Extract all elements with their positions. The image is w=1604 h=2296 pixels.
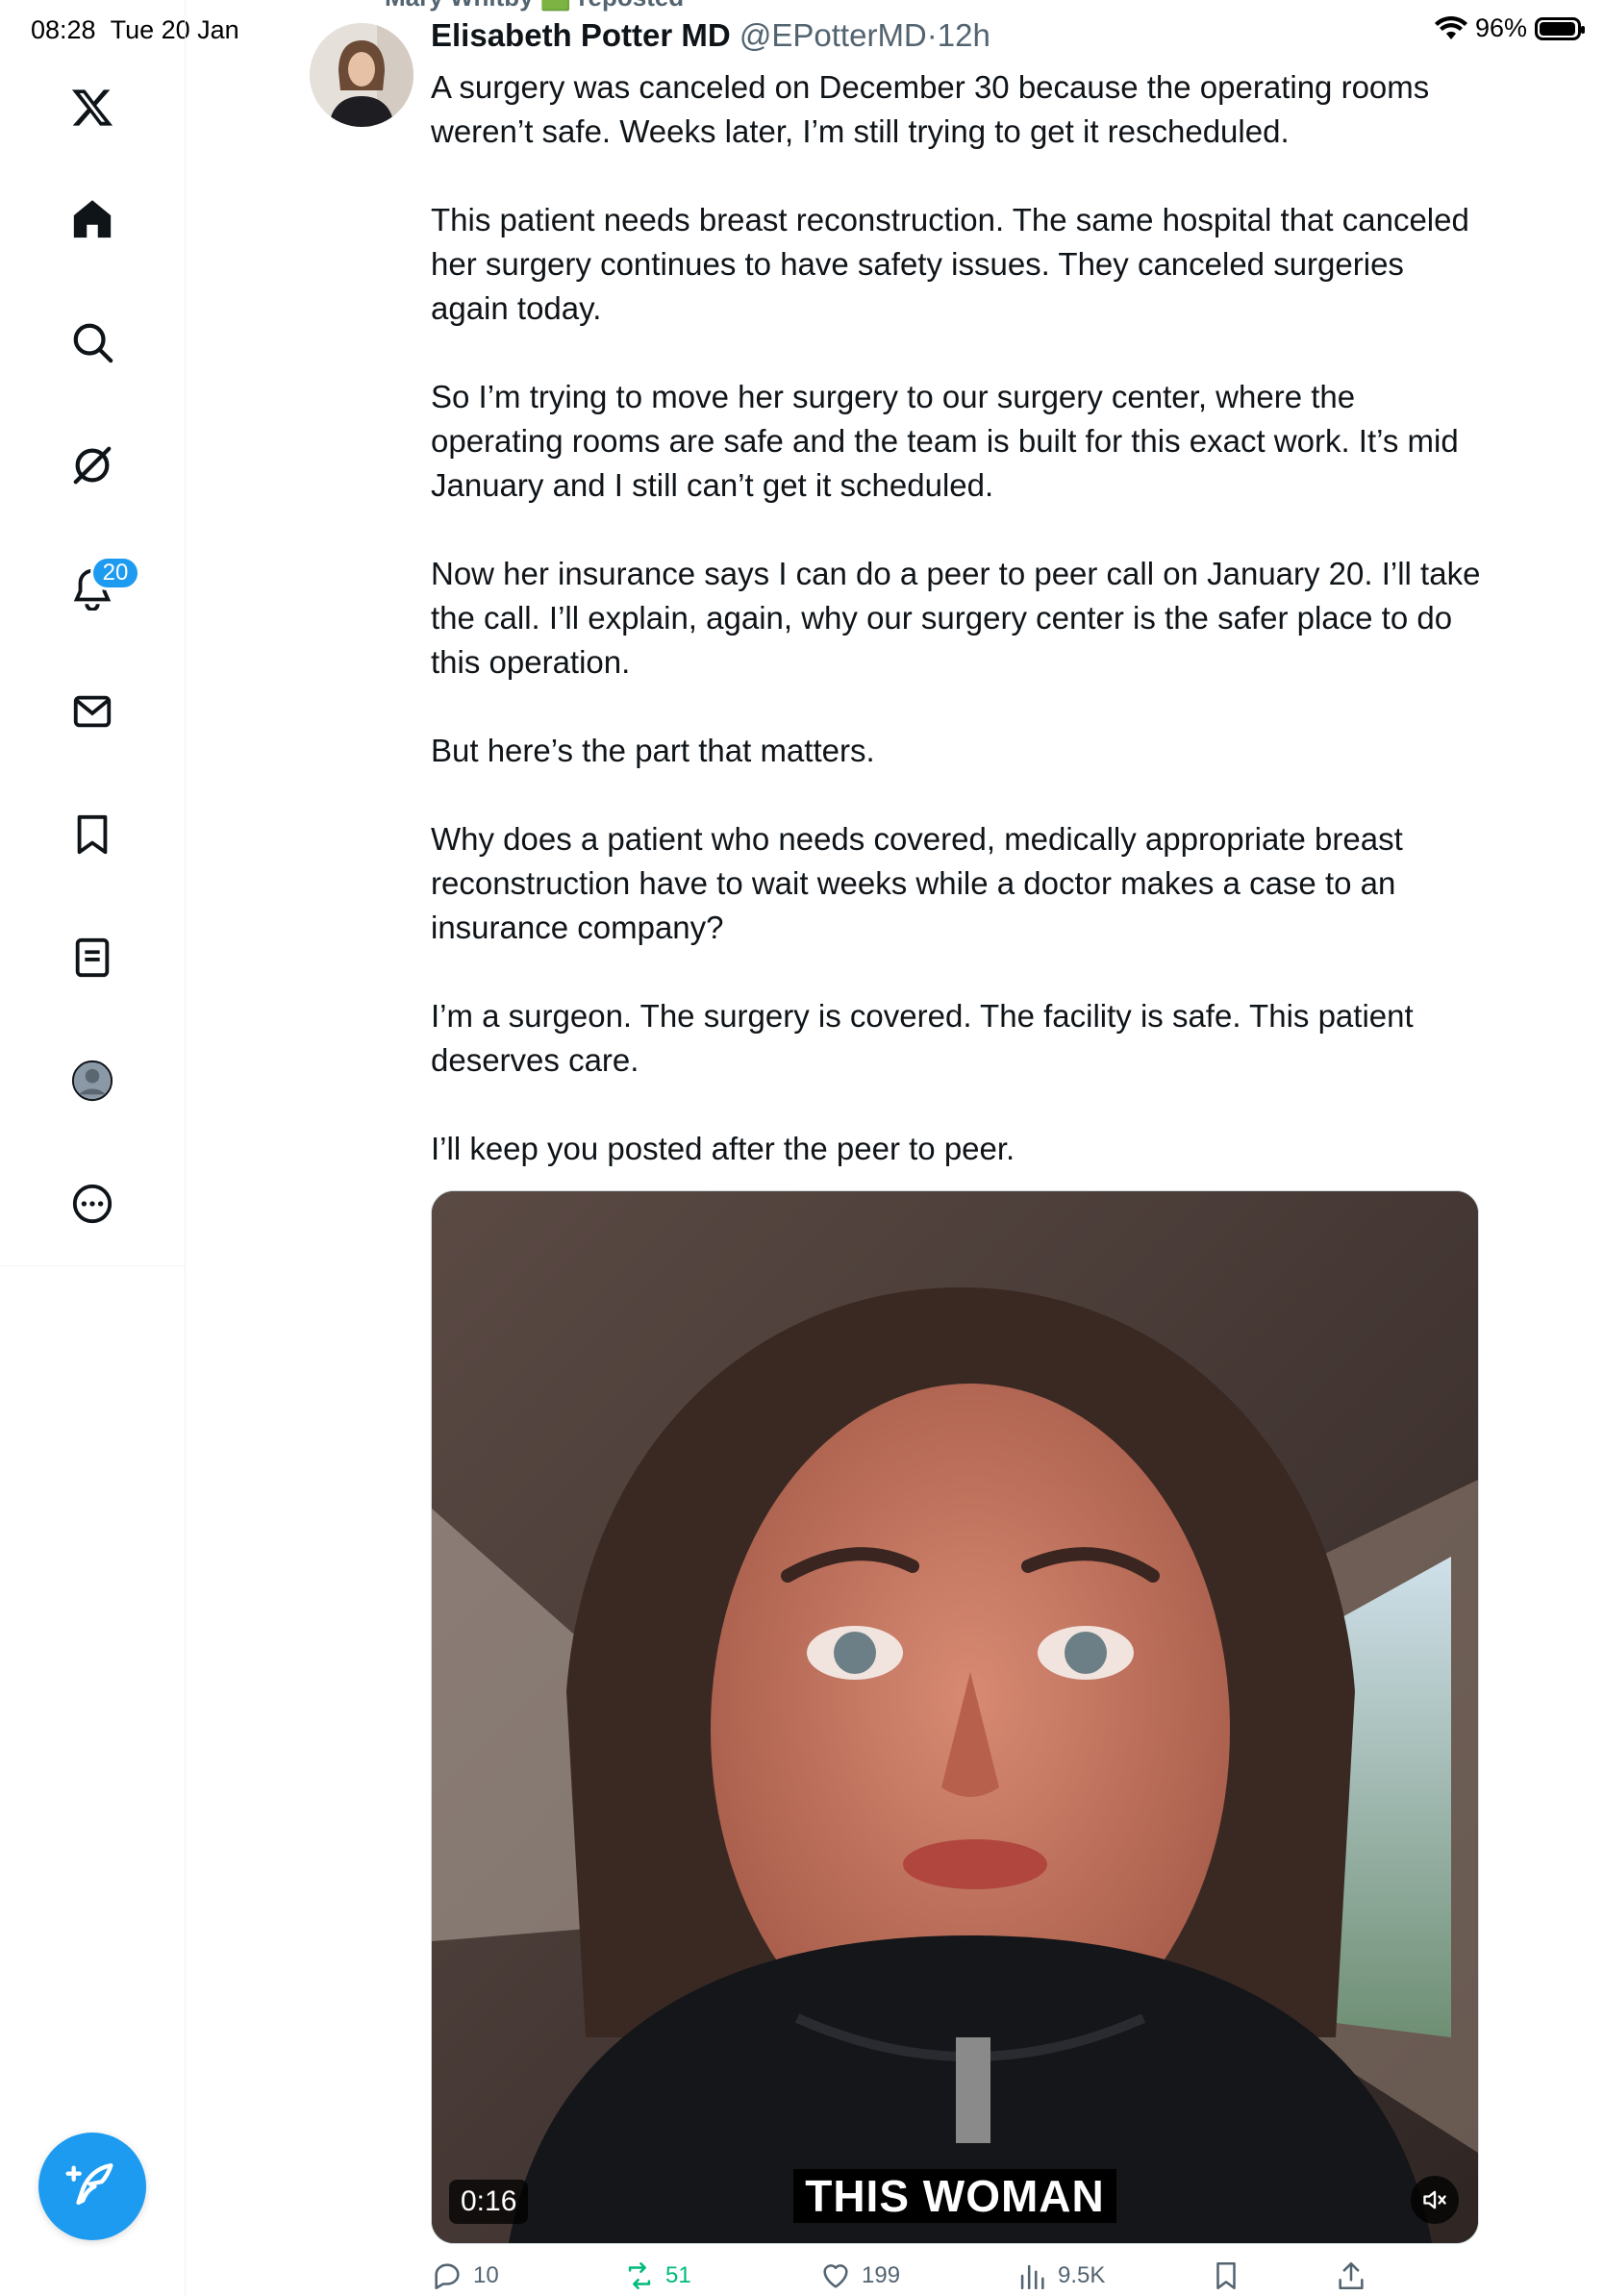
mute-button[interactable]	[1411, 2176, 1459, 2224]
grok-icon[interactable]	[58, 431, 127, 500]
repost-indicator: Mary Whitby 🟩 reposted	[385, 0, 684, 12]
bookmark-icon	[1216, 2261, 1236, 2290]
like-button[interactable]: 199	[819, 2259, 900, 2292]
author-avatar[interactable]	[310, 23, 414, 127]
post-paragraph: I’m a surgeon. The surgery is covered. T…	[431, 998, 1414, 1078]
post-header: Elisabeth Potter MD @EPotterMD·12h	[431, 17, 990, 54]
post-text: A surgery was canceled on December 30 be…	[431, 65, 1489, 1171]
like-count: 199	[862, 2262, 901, 2288]
notifications-badge: 20	[90, 556, 140, 590]
home-icon[interactable]	[58, 185, 127, 254]
status-right: 96%	[1434, 13, 1585, 43]
reply-icon	[435, 2263, 460, 2290]
post-actions: 10 51 199 9.5K	[431, 2259, 1392, 2296]
messages-icon[interactable]	[58, 677, 127, 746]
views-icon	[1020, 2264, 1044, 2290]
sidebar: 20	[0, 0, 186, 1266]
post-paragraph: So I’m trying to move her surgery to our…	[431, 379, 1459, 503]
search-icon[interactable]	[58, 308, 127, 377]
bookmark-button[interactable]	[1210, 2259, 1242, 2292]
post-paragraph: Why does a patient who needs covered, me…	[431, 821, 1403, 945]
post-paragraph: But here’s the part that matters.	[431, 733, 875, 768]
more-icon[interactable]	[58, 1169, 127, 1238]
repost-button[interactable]: 51	[623, 2259, 691, 2292]
repost-icon	[628, 2261, 651, 2290]
avatar-image	[310, 23, 414, 127]
meta-separator: ·	[926, 17, 938, 53]
author-name[interactable]: Elisabeth Potter MD	[431, 17, 731, 53]
sidebar-divider	[185, 1265, 186, 2296]
bookmarks-icon[interactable]	[58, 800, 127, 869]
profile-icon[interactable]	[58, 1046, 127, 1115]
post-paragraph: I’ll keep you posted after the peer to p…	[431, 1131, 1015, 1166]
share-button[interactable]	[1335, 2259, 1367, 2292]
views-button[interactable]: 9.5K	[1015, 2259, 1105, 2292]
battery-percent: 96%	[1474, 13, 1527, 42]
battery-icon	[1535, 16, 1585, 40]
post-paragraph: Now her insurance says I can do a peer t…	[431, 556, 1481, 680]
post-paragraph: A surgery was canceled on December 30 be…	[431, 69, 1430, 149]
reply-button[interactable]: 10	[431, 2259, 499, 2292]
post-paragraph: This patient needs breast reconstruction…	[431, 202, 1469, 326]
video-frame	[432, 1191, 1478, 2243]
views-count: 9.5K	[1058, 2262, 1106, 2288]
post-time[interactable]: 12h	[938, 17, 990, 53]
wifi-icon	[1434, 15, 1467, 39]
x-logo-icon[interactable]	[58, 73, 127, 142]
video-caption: THIS WOMAN	[432, 2169, 1478, 2223]
lists-icon[interactable]	[58, 923, 127, 992]
heart-icon	[823, 2264, 848, 2288]
compose-post-button[interactable]	[38, 2133, 146, 2240]
muted-speaker-icon	[1423, 2190, 1446, 2209]
share-icon	[1339, 2261, 1364, 2290]
reply-count: 10	[473, 2262, 499, 2288]
repost-count: 51	[665, 2262, 691, 2288]
author-handle[interactable]: @EPotterMD	[739, 17, 927, 53]
compose-post-icon	[65, 2163, 113, 2206]
video-caption-text: THIS WOMAN	[793, 2169, 1116, 2223]
video-player[interactable]: 0:16 THIS WOMAN	[431, 1190, 1479, 2244]
